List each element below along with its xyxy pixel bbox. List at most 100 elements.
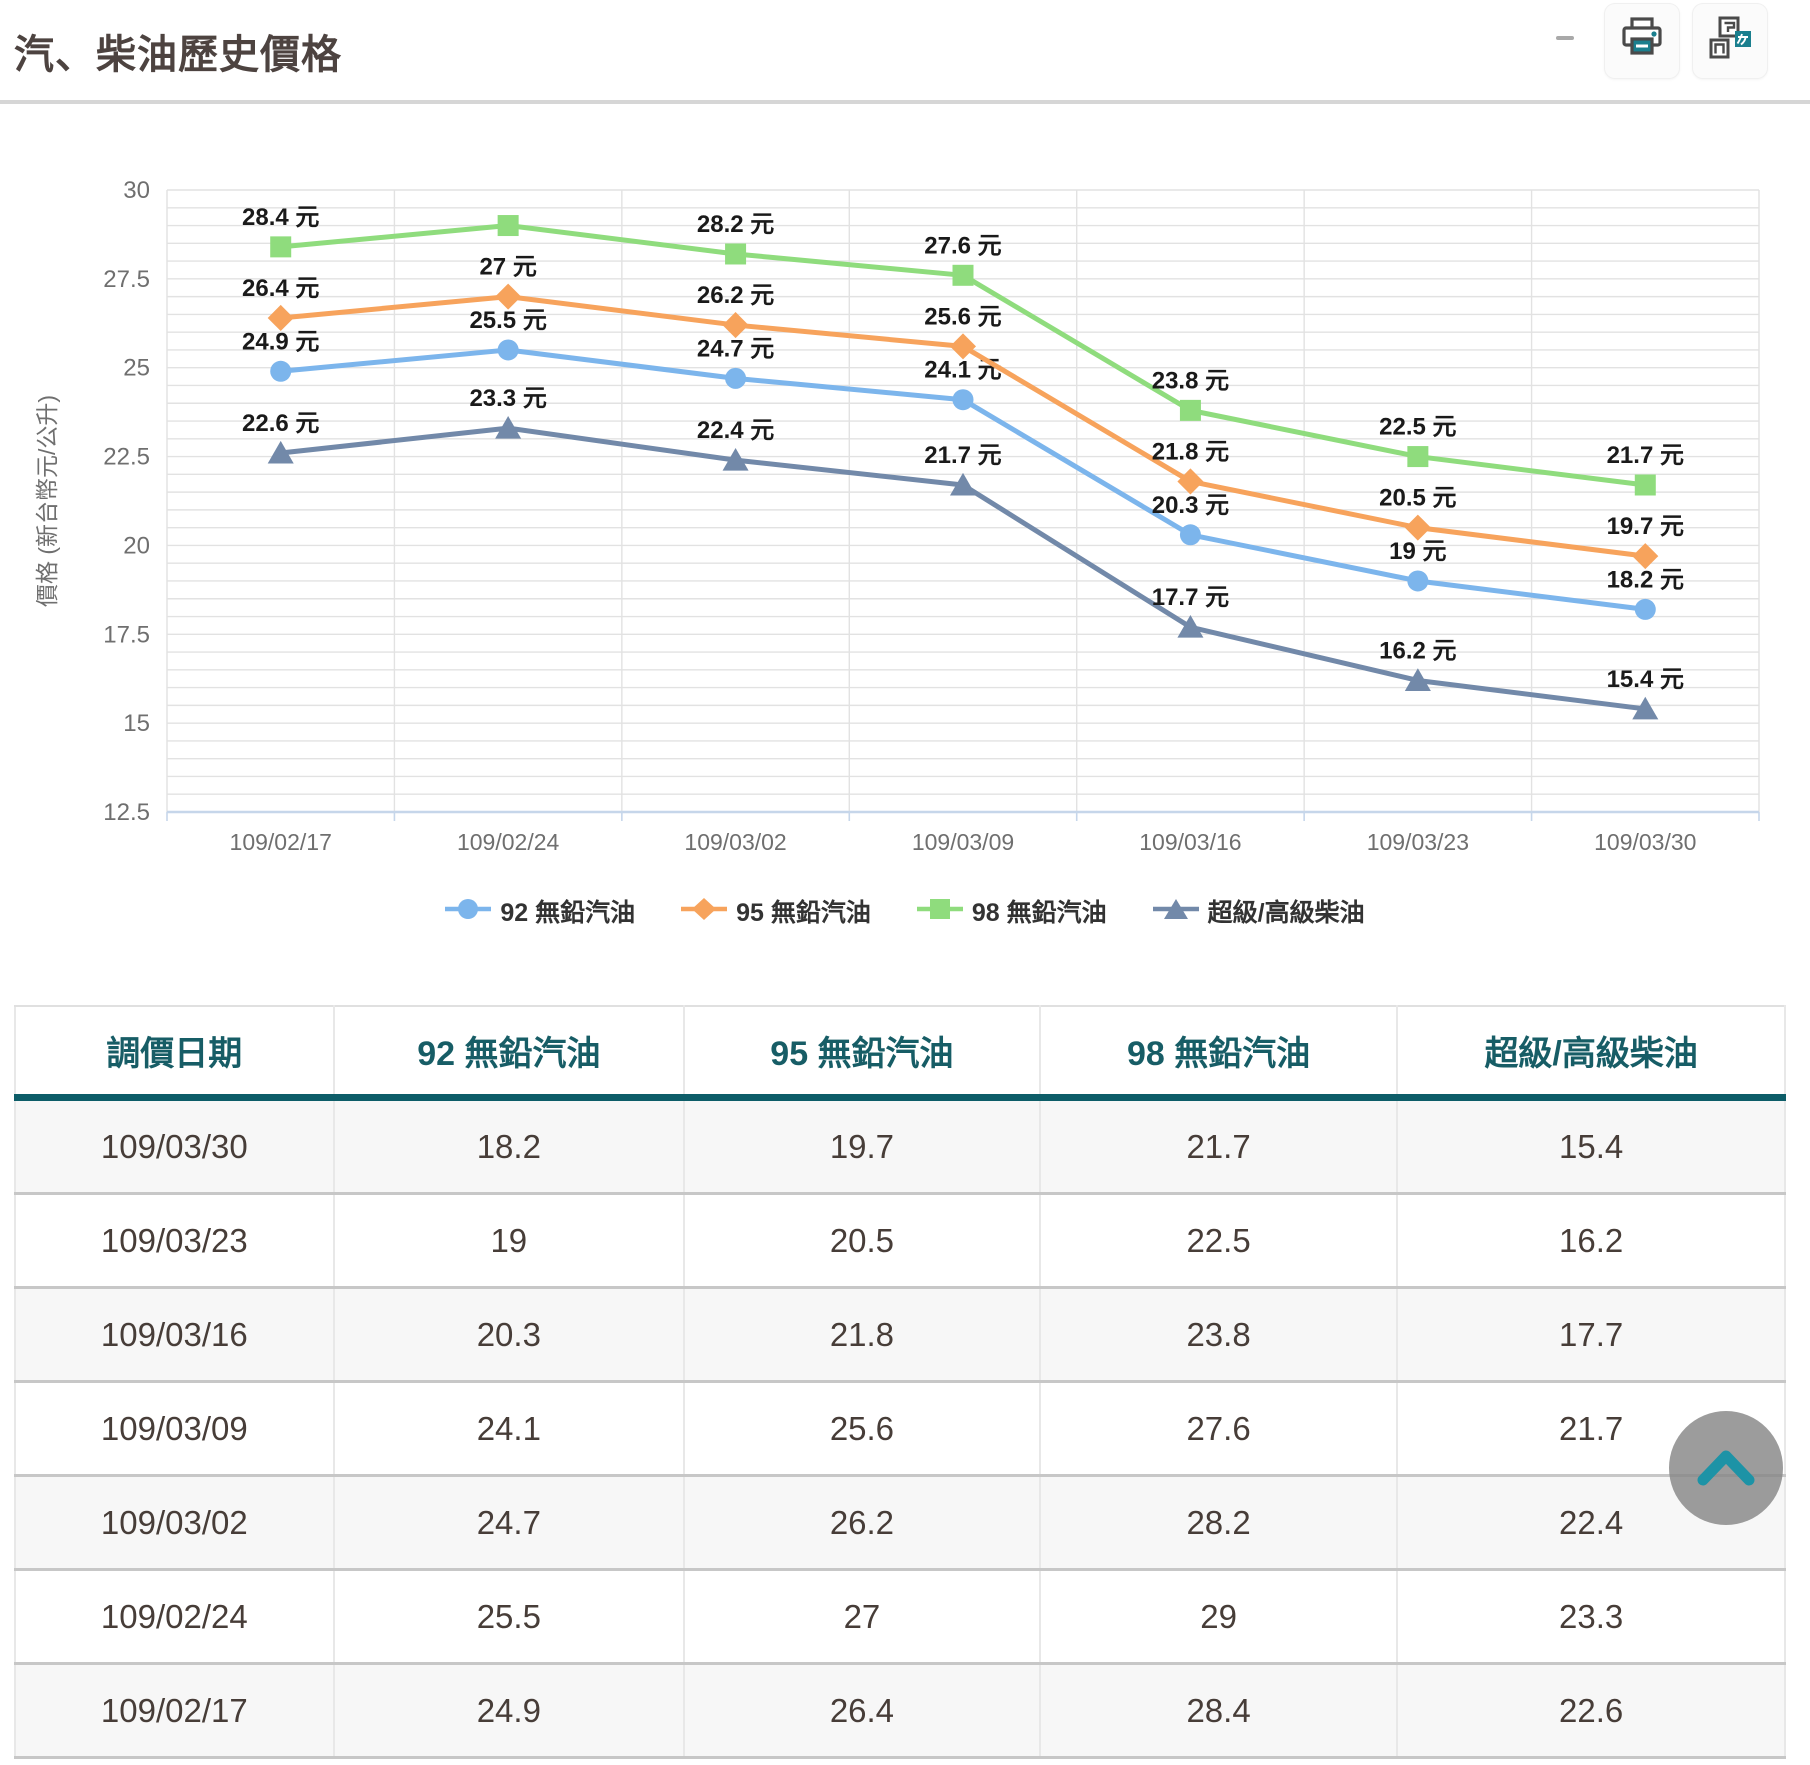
x-tick-label: 109/03/30 [1594,829,1696,855]
table-cell: 109/03/23 [15,1194,334,1288]
printer-icon [1619,16,1665,67]
data-point[interactable] [950,333,976,359]
y-axis-title: 價格 (新台幣元/公升) [34,395,60,607]
data-label: 18.2 元 [1607,566,1684,593]
x-tick-label: 109/03/16 [1139,829,1241,855]
data-label: 21.7 元 [1607,442,1684,469]
table-cell: 28.4 [1040,1664,1398,1758]
data-point[interactable] [953,265,974,286]
data-label: 28.2 元 [697,211,774,238]
table-cell: 26.4 [684,1664,1040,1758]
data-point[interactable] [1632,543,1658,569]
data-point[interactable] [1180,400,1201,421]
x-tick-label: 109/03/02 [684,829,786,855]
data-label: 22.4 元 [697,417,774,444]
chevron-up-icon [1691,1444,1761,1493]
price-history-chart: 3027.52522.52017.51512.5價格 (新台幣元/公升)109/… [0,150,1810,880]
legend-label: 92 無鉛汽油 [500,893,635,929]
data-point[interactable] [498,215,519,236]
data-point[interactable] [1177,468,1203,494]
data-point[interactable] [495,284,521,310]
legend-label: 95 無鉛汽油 [736,893,871,929]
table-cell: 24.9 [334,1664,684,1758]
data-point[interactable] [1635,599,1656,620]
phonetic-button[interactable] [1693,4,1767,78]
table-cell: 109/02/24 [15,1570,334,1664]
y-tick-label: 30 [123,177,150,204]
data-point[interactable] [725,368,746,389]
data-point[interactable] [270,361,291,382]
data-point[interactable] [1635,475,1656,496]
table-row: 109/03/0924.125.627.621.7 [15,1382,1785,1476]
table-cell: 29 [1040,1570,1398,1664]
table-cell: 21.8 [684,1288,1040,1382]
data-point[interactable] [1407,570,1428,591]
data-label: 23.3 元 [469,385,546,412]
data-label: 22.6 元 [242,410,319,437]
data-label: 26.4 元 [242,275,319,302]
table-cell: 20.5 [684,1194,1040,1288]
table-row: 109/03/0224.726.228.222.4 [15,1476,1785,1570]
data-point[interactable] [725,243,746,264]
table-cell: 18.2 [334,1098,684,1194]
data-label: 25.5 元 [469,307,546,334]
table-cell: 23.3 [1397,1570,1785,1664]
data-point[interactable] [723,312,749,338]
bopomofo-icon [1707,16,1753,67]
data-point[interactable] [953,389,974,410]
table-cell: 27 [684,1570,1040,1664]
table-cell: 23.8 [1040,1288,1398,1382]
column-header: 98 無鉛汽油 [1040,1006,1398,1098]
page-title: 汽、柴油歷史價格 [14,22,342,80]
data-point[interactable] [268,305,294,331]
table-cell: 25.5 [334,1570,684,1664]
scroll-to-top-button[interactable] [1669,1411,1783,1525]
legend-item-2[interactable]: 98 無鉛汽油 [917,893,1107,929]
legend-item-0[interactable]: 92 無鉛汽油 [445,893,635,929]
data-label: 27.6 元 [924,232,1001,259]
table-cell: 27.6 [1040,1382,1398,1476]
legend-label: 超級/高級柴油 [1208,893,1365,929]
table-cell: 25.6 [684,1382,1040,1476]
column-header: 95 無鉛汽油 [684,1006,1040,1098]
column-header: 92 無鉛汽油 [334,1006,684,1098]
legend-item-3[interactable]: 超級/高級柴油 [1153,893,1365,929]
table-cell: 26.2 [684,1476,1040,1570]
table-head: 調價日期92 無鉛汽油95 無鉛汽油98 無鉛汽油超級/高級柴油 [15,1006,1785,1098]
data-point[interactable] [1177,615,1203,638]
data-point[interactable] [1405,515,1431,541]
data-label: 26.2 元 [697,282,774,309]
price-history-table: 調價日期92 無鉛汽油95 無鉛汽油98 無鉛汽油超級/高級柴油 109/03/… [14,1005,1786,1759]
table-cell: 24.1 [334,1382,684,1476]
data-point[interactable] [498,339,519,360]
data-point[interactable] [1407,446,1428,467]
table-row: 109/02/2425.5272923.3 [15,1570,1785,1664]
table-cell: 19 [334,1194,684,1288]
data-point[interactable] [270,236,291,257]
data-label: 27 元 [479,254,536,281]
table-cell: 20.3 [334,1288,684,1382]
data-label: 20.3 元 [1152,492,1229,519]
legend-marker-circle-icon [445,896,491,927]
x-tick-label: 109/03/23 [1367,829,1469,855]
table-row: 109/03/1620.321.823.817.7 [15,1288,1785,1382]
data-label: 17.7 元 [1152,584,1229,611]
title-divider [0,100,1810,104]
x-tick-label: 109/02/17 [230,829,332,855]
y-tick-label: 27.5 [103,266,150,293]
table-cell: 109/02/17 [15,1664,334,1758]
series-line [281,428,1646,709]
legend-item-1[interactable]: 95 無鉛汽油 [681,893,871,929]
data-label: 15.4 元 [1607,666,1684,693]
data-point[interactable] [1180,524,1201,545]
table-row: 109/03/3018.219.721.715.4 [15,1098,1785,1194]
x-tick-label: 109/03/09 [912,829,1014,855]
collapse-dash-icon [1556,36,1574,40]
print-button[interactable] [1605,4,1679,78]
chart-canvas: 3027.52522.52017.51512.5價格 (新台幣元/公升)109/… [0,150,1810,880]
table-row: 109/03/231920.522.516.2 [15,1194,1785,1288]
table-cell: 21.7 [1040,1098,1398,1194]
legend-marker-square-icon [917,896,963,927]
table-cell: 28.2 [1040,1476,1398,1570]
legend-label: 98 無鉛汽油 [972,893,1107,929]
